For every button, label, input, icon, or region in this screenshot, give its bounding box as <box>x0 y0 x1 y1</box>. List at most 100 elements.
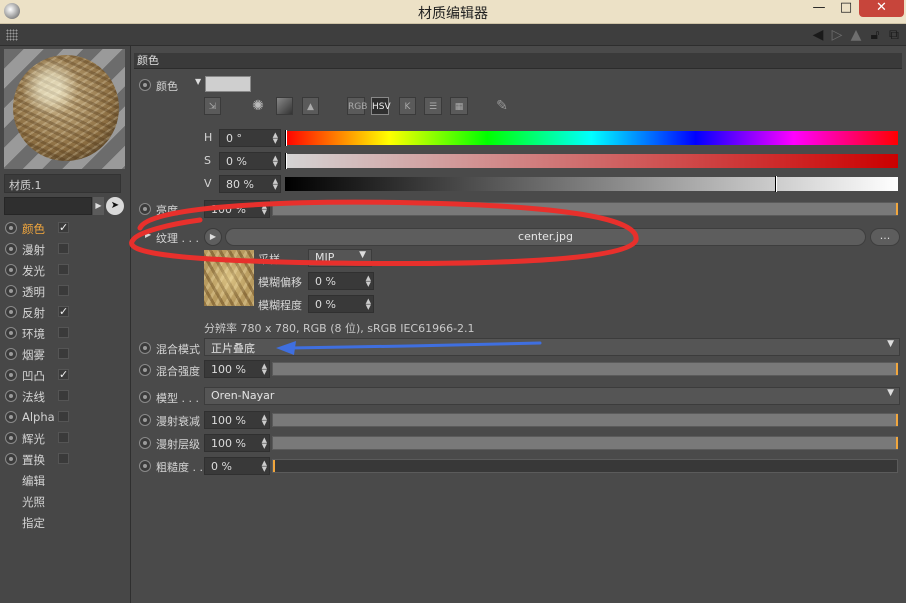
channel-item[interactable]: Alpha <box>0 407 130 428</box>
hue-slider[interactable] <box>285 130 898 146</box>
color-swatch[interactable] <box>205 76 251 92</box>
model-dropdown[interactable]: Oren-Nayar ▼ <box>204 387 900 405</box>
roughness-radio[interactable] <box>139 460 151 472</box>
channel-radio[interactable] <box>5 390 17 402</box>
pick-cursor-icon[interactable]: ➤ <box>106 197 124 215</box>
texture-menu-button[interactable]: ▶ <box>204 228 222 246</box>
image-icon[interactable]: ▲ <box>302 97 319 115</box>
channel-checkbox[interactable] <box>58 390 69 401</box>
channel-radio[interactable] <box>5 264 17 276</box>
texture-expand-icon[interactable]: ▶ <box>145 230 151 239</box>
hue-marker[interactable] <box>285 130 287 146</box>
expand-arrow-icon[interactable]: ▶ <box>93 197 104 215</box>
diffuse-falloff-radio[interactable] <box>139 414 151 426</box>
panel-item[interactable]: 编辑 <box>0 470 130 491</box>
channel-filter-field[interactable] <box>4 197 92 215</box>
channel-item[interactable]: 漫射 <box>0 239 130 260</box>
channel-item[interactable]: 法线 <box>0 386 130 407</box>
channel-item[interactable]: 辉光 <box>0 428 130 449</box>
channel-checkbox[interactable] <box>58 348 69 359</box>
model-radio[interactable] <box>139 391 151 403</box>
channel-checkbox[interactable] <box>58 285 69 296</box>
value-marker[interactable] <box>775 176 777 192</box>
channel-checkbox[interactable] <box>58 432 69 443</box>
channel-radio[interactable] <box>5 348 17 360</box>
sliders-icon[interactable]: ☰ <box>424 97 442 115</box>
color-anim-radio[interactable] <box>139 79 151 91</box>
grip-icon[interactable] <box>6 29 18 41</box>
material-preview[interactable] <box>4 49 125 169</box>
diffuse-level-slider[interactable] <box>272 436 898 450</box>
value-slider[interactable] <box>285 176 898 192</box>
swatches-icon[interactable]: ▦ <box>450 97 468 115</box>
lock-icon[interactable]: 🔓︎ <box>867 27 883 43</box>
channel-radio[interactable] <box>5 243 17 255</box>
blend-strength-input[interactable]: 100 % ▲ ▼ <box>204 360 270 378</box>
mode-k-button[interactable]: K <box>399 97 416 115</box>
channel-item[interactable]: 颜色 ✓ <box>0 218 130 239</box>
texture-file-field[interactable]: center.jpg <box>225 228 866 246</box>
channel-item[interactable]: 环境 <box>0 323 130 344</box>
saturation-marker[interactable] <box>285 153 287 169</box>
channel-checkbox[interactable] <box>58 411 69 422</box>
brightness-slider[interactable] <box>272 202 898 216</box>
channel-item[interactable]: 发光 <box>0 260 130 281</box>
channel-checkbox[interactable]: ✓ <box>58 222 69 233</box>
diffuse-level-input[interactable]: 100 % ▲ ▼ <box>204 434 270 452</box>
brightness-anim-radio[interactable] <box>139 203 151 215</box>
channel-checkbox[interactable] <box>58 243 69 254</box>
diffuse-falloff-slider[interactable] <box>272 413 898 427</box>
brightness-input[interactable]: 100 % ▲ ▼ <box>204 200 270 218</box>
channel-radio[interactable] <box>5 327 17 339</box>
eyedropper-icon[interactable]: ✎ <box>493 97 511 115</box>
channel-radio[interactable] <box>5 453 17 465</box>
mode-rgb-button[interactable]: RGB <box>347 97 367 115</box>
h-input[interactable]: 0 ° ▲ ▼ <box>219 129 281 147</box>
channel-radio[interactable] <box>5 411 17 423</box>
diffuse-level-radio[interactable] <box>139 437 151 449</box>
channel-item[interactable]: 凹凸 ✓ <box>0 365 130 386</box>
spectrum-icon[interactable] <box>276 97 293 115</box>
channel-radio[interactable] <box>5 432 17 444</box>
channel-item[interactable]: 置换 <box>0 449 130 470</box>
forward-arrow-icon[interactable]: ▷ <box>829 27 845 43</box>
blend-strength-radio[interactable] <box>139 364 151 376</box>
channel-radio[interactable] <box>5 306 17 318</box>
channel-checkbox[interactable] <box>58 327 69 338</box>
roughness-input[interactable]: 0 % ▲ ▼ <box>204 457 270 475</box>
mode-hsv-button[interactable]: HSV <box>371 97 391 115</box>
roughness-slider[interactable] <box>272 459 898 473</box>
blend-mode-dropdown[interactable]: 正片叠底 ▼ <box>204 338 900 356</box>
channel-radio[interactable] <box>5 222 17 234</box>
channel-item[interactable]: 烟雾 <box>0 344 130 365</box>
panel-item[interactable]: 光照 <box>0 491 130 512</box>
saturation-slider[interactable] <box>285 153 898 169</box>
channel-checkbox[interactable] <box>58 264 69 275</box>
channel-radio[interactable] <box>5 285 17 297</box>
v-input[interactable]: 80 % ▲ ▼ <box>219 175 281 193</box>
color-wheel-icon[interactable]: ✺ <box>249 97 267 115</box>
sampling-dropdown[interactable]: MIP ▼ <box>308 249 372 267</box>
blur-scale-input[interactable]: 0 % ▲ ▼ <box>308 295 374 313</box>
panel-item[interactable]: 指定 <box>0 512 130 533</box>
texture-thumbnail[interactable] <box>204 250 254 306</box>
color-dropdown-icon[interactable]: ▼ <box>195 77 201 86</box>
close-button[interactable]: ✕ <box>859 0 904 17</box>
blur-offset-input[interactable]: 0 % ▲ ▼ <box>308 272 374 290</box>
material-name-field[interactable]: 材质.1 <box>4 174 121 193</box>
channel-checkbox[interactable] <box>58 453 69 464</box>
channel-item[interactable]: 反射 ✓ <box>0 302 130 323</box>
channel-item[interactable]: 透明 <box>0 281 130 302</box>
new-window-icon[interactable]: ⧉ <box>886 27 902 43</box>
channel-radio[interactable] <box>5 369 17 381</box>
diffuse-falloff-input[interactable]: 100 % ▲ ▼ <box>204 411 270 429</box>
blend-strength-slider[interactable] <box>272 362 898 376</box>
color-picker-icon[interactable]: ⇲ <box>204 97 221 115</box>
texture-browse-button[interactable]: ... <box>870 228 900 246</box>
blend-mode-radio[interactable] <box>139 342 151 354</box>
up-arrow-icon[interactable]: ▲ <box>848 27 864 43</box>
channel-checkbox[interactable]: ✓ <box>58 369 69 380</box>
back-arrow-icon[interactable]: ◀ <box>810 27 826 43</box>
maximize-button[interactable]: □ <box>833 0 859 17</box>
s-input[interactable]: 0 % ▲ ▼ <box>219 152 281 170</box>
